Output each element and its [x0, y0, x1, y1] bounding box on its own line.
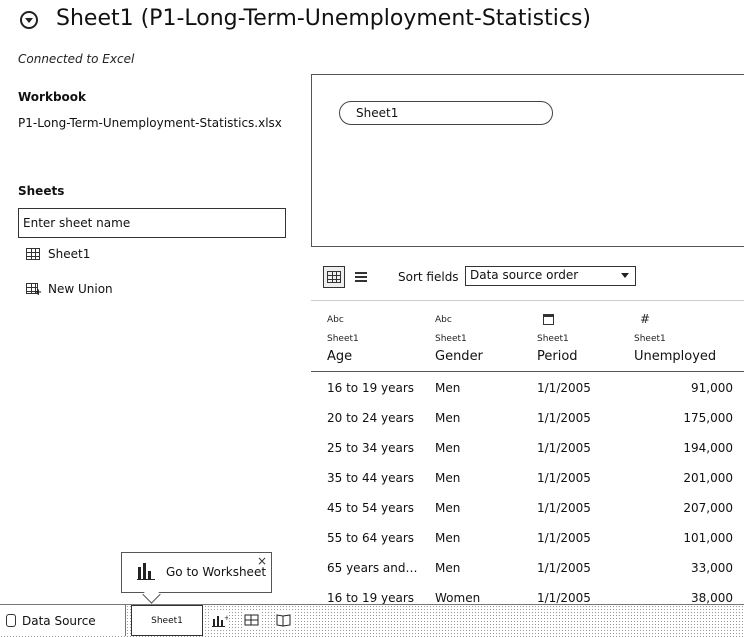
- column-source: Sheet1: [634, 334, 666, 344]
- table-row[interactable]: 55 to 64 years Men 1/1/2005 101,000: [311, 523, 744, 553]
- cell-period: 1/1/2005: [537, 531, 591, 545]
- table-row[interactable]: 25 to 34 years Men 1/1/2005 194,000: [311, 433, 744, 463]
- cell-period: 1/1/2005: [537, 381, 591, 395]
- tooltip-text: Go to Worksheet: [166, 565, 267, 579]
- list-view-icon: [355, 272, 367, 282]
- data-source-tab-label: Data Source: [22, 613, 96, 628]
- table-row[interactable]: 16 to 19 years Men 1/1/2005 91,000: [311, 373, 744, 403]
- cell-unemployed: 201,000: [683, 471, 733, 485]
- cell-age: 35 to 44 years: [327, 471, 415, 485]
- sort-fields-label: Sort fields: [398, 270, 459, 284]
- new-story-icon[interactable]: [275, 612, 293, 628]
- cell-gender: Men: [435, 531, 461, 545]
- bar-chart-icon: [137, 563, 155, 580]
- cell-gender: Women: [435, 591, 481, 605]
- cell-age: 20 to 24 years: [327, 411, 415, 425]
- column-source: Sheet1: [537, 334, 569, 344]
- column-source: Sheet1: [435, 334, 467, 344]
- cell-unemployed: 33,000: [691, 561, 733, 575]
- new-union-label: New Union: [48, 282, 113, 296]
- cell-period: 1/1/2005: [537, 501, 591, 515]
- cell-age: 25 to 34 years: [327, 441, 415, 455]
- page-title: Sheet1 (P1-Long-Term-Unemployment-Statis…: [56, 6, 591, 31]
- cell-unemployed: 175,000: [683, 411, 733, 425]
- number-type-icon[interactable]: #: [640, 312, 650, 326]
- data-source-tab[interactable]: Data Source: [0, 605, 126, 636]
- table-row[interactable]: 45 to 54 years Men 1/1/2005 207,000: [311, 493, 744, 523]
- cell-period: 1/1/2005: [537, 411, 591, 425]
- column-name: Period: [537, 349, 578, 364]
- cell-gender: Men: [435, 561, 461, 575]
- column-name: Unemployed: [634, 349, 717, 364]
- cell-period: 1/1/2005: [537, 591, 591, 605]
- list-view-button[interactable]: [350, 266, 372, 288]
- column-name: Age: [327, 349, 353, 364]
- cell-gender: Men: [435, 441, 461, 455]
- join-canvas[interactable]: [311, 74, 744, 247]
- cell-age: 65 years and o...: [327, 561, 419, 575]
- cell-age: 45 to 54 years: [327, 501, 415, 515]
- svg-text:+: +: [224, 614, 228, 622]
- cell-gender: Men: [435, 381, 461, 395]
- grid-header: Abc Sheet1 Age Abc Sheet1 Gender Sheet1 …: [311, 300, 744, 372]
- sheets-heading: Sheets: [18, 184, 65, 198]
- grid-view-button[interactable]: [323, 266, 345, 288]
- workbook-heading: Workbook: [18, 90, 87, 104]
- sheet-search-input[interactable]: [18, 208, 286, 238]
- sheet-grid-icon: [26, 248, 40, 260]
- cell-age: 16 to 19 years: [327, 591, 415, 605]
- calendar-icon[interactable]: [543, 314, 554, 325]
- sheet-list-item-label: Sheet1: [48, 247, 91, 261]
- canvas-table-sheet1[interactable]: Sheet1: [339, 101, 553, 125]
- cell-age: 55 to 64 years: [327, 531, 415, 545]
- database-icon: [6, 614, 16, 627]
- new-dashboard-icon[interactable]: [243, 612, 261, 628]
- sort-fields-dropdown[interactable]: Data source order: [465, 266, 636, 286]
- sheet-tab-label: Sheet1: [151, 615, 183, 626]
- cell-age: 16 to 19 years: [327, 381, 415, 395]
- cell-gender: Men: [435, 471, 461, 485]
- cell-gender: Men: [435, 501, 461, 515]
- cell-unemployed: 101,000: [683, 531, 733, 545]
- cell-unemployed: 91,000: [691, 381, 733, 395]
- table-row[interactable]: 65 years and o... Men 1/1/2005 33,000: [311, 553, 744, 583]
- cell-gender: Men: [435, 411, 461, 425]
- table-row[interactable]: 20 to 24 years Men 1/1/2005 175,000: [311, 403, 744, 433]
- new-worksheet-icon[interactable]: +: [211, 612, 229, 628]
- sheet-tab-sheet1[interactable]: Sheet1: [131, 605, 203, 636]
- table-row[interactable]: 35 to 44 years Men 1/1/2005 201,000: [311, 463, 744, 493]
- workbook-file-name: P1-Long-Term-Unemployment-Statistics.xls…: [18, 116, 282, 130]
- connection-status: Connected to Excel: [18, 52, 135, 66]
- grid-view-icon: [327, 271, 341, 283]
- new-union-icon: +: [26, 282, 42, 297]
- new-union-item[interactable]: + New Union: [26, 282, 113, 297]
- cell-unemployed: 194,000: [683, 441, 733, 455]
- close-icon[interactable]: ×: [257, 554, 267, 568]
- cell-period: 1/1/2005: [537, 441, 591, 455]
- cell-period: 1/1/2005: [537, 561, 591, 575]
- sort-fields-value: Data source order: [470, 268, 579, 282]
- go-to-worksheet-tooltip[interactable]: Go to Worksheet ×: [121, 552, 272, 593]
- string-type-icon[interactable]: Abc: [435, 315, 452, 325]
- chevron-down-icon: [621, 273, 629, 278]
- cell-unemployed: 207,000: [683, 501, 733, 515]
- sheet-list-item-sheet1[interactable]: Sheet1: [26, 247, 90, 261]
- data-source-menu-icon[interactable]: [20, 11, 38, 29]
- cell-period: 1/1/2005: [537, 471, 591, 485]
- column-source: Sheet1: [327, 334, 359, 344]
- string-type-icon[interactable]: Abc: [327, 315, 344, 325]
- column-name: Gender: [435, 349, 483, 364]
- cell-unemployed: 38,000: [691, 591, 733, 605]
